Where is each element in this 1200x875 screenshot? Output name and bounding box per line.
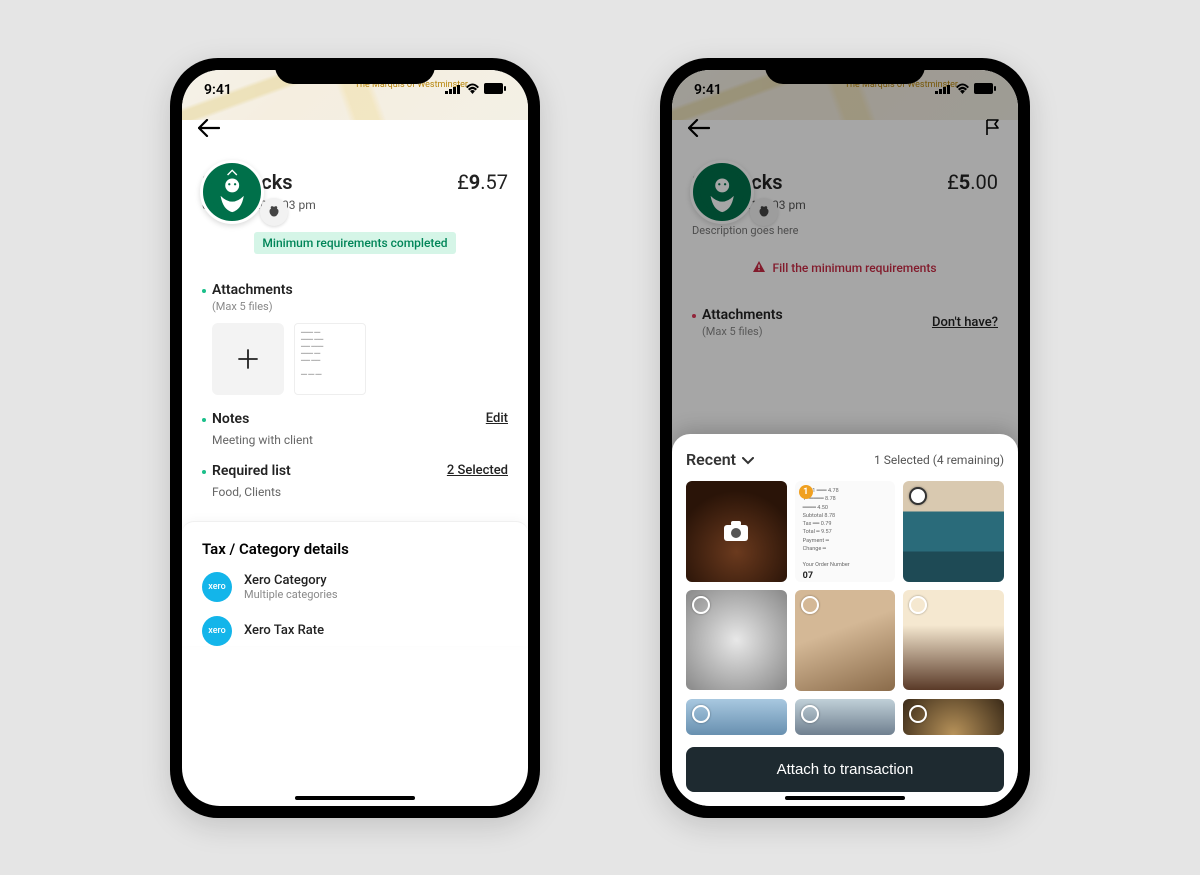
- photo-grid: 1 Qty 1 ━━━ 4.781 ━━━━━ 8.78━━━━ 4.50Sub…: [686, 481, 1004, 734]
- camera-icon: [686, 481, 787, 582]
- photo-picker-sheet: Recent 1 Selected (4 remaining) 1 Qty 1 …: [672, 434, 1018, 805]
- sheet-selection-count: 1 Selected (4 remaining): [874, 453, 1004, 467]
- wifi-icon: [465, 82, 480, 98]
- screen: 9:41 The Marquis of Westminster easyHote…: [182, 70, 528, 806]
- notch: [275, 58, 435, 84]
- selection-indicator-icon: [909, 487, 927, 505]
- back-arrow-icon[interactable]: [198, 118, 220, 143]
- photo-thumbnail[interactable]: [686, 590, 787, 691]
- phone-mock-2: 9:41 The Marquis of Westminster: [660, 58, 1030, 818]
- xero-tax-rate-label: Xero Tax Rate: [244, 623, 324, 638]
- plus-icon: [237, 348, 259, 370]
- selection-indicator-icon: [909, 705, 927, 723]
- required-list-body: Food, Clients: [202, 485, 508, 499]
- home-indicator[interactable]: [295, 796, 415, 800]
- notes-section: Notes Edit Meeting with client: [202, 411, 508, 447]
- home-indicator[interactable]: [785, 796, 905, 800]
- attachment-thumbnail[interactable]: ━━━━ ━━━━━━ ━━━━━━ ━━━━━━━━ ━━━━━ ━━━━━ …: [294, 323, 366, 395]
- add-attachment-button[interactable]: [212, 323, 284, 395]
- phone-mock-1: 9:41 The Marquis of Westminster easyHote…: [170, 58, 540, 818]
- photo-thumbnail[interactable]: [903, 590, 1004, 691]
- photo-thumbnail[interactable]: [903, 481, 1004, 582]
- photo-thumbnail[interactable]: [795, 590, 896, 691]
- attachments-title: Attachments: [202, 282, 293, 298]
- attachments-section: Attachments (Max 5 files) ━━━━ ━━━━━━ ━━…: [202, 282, 508, 395]
- signal-icon: [445, 82, 461, 98]
- required-list-selected-link[interactable]: 2 Selected: [447, 463, 508, 478]
- merchant-logo: [200, 160, 264, 224]
- required-list-title: Required list: [202, 463, 291, 479]
- xero-icon: xero: [202, 616, 232, 646]
- notch: [765, 58, 925, 84]
- xero-category-sub: Multiple categories: [244, 588, 338, 601]
- camera-tile[interactable]: [686, 481, 787, 582]
- requirements-complete-banner: Minimum requirements completed: [254, 232, 455, 254]
- transaction-amount: £9.57: [457, 170, 508, 194]
- battery-icon: [484, 82, 506, 98]
- notes-body: Meeting with client: [202, 433, 508, 447]
- tax-details-heading: Tax / Category details: [202, 540, 508, 558]
- edit-notes-link[interactable]: Edit: [486, 411, 508, 426]
- selection-indicator-icon: [692, 596, 710, 614]
- xero-tax-rate-row[interactable]: xero Xero Tax Rate: [202, 616, 508, 646]
- sheet-album-selector[interactable]: Recent: [686, 450, 754, 469]
- xero-category-row[interactable]: xero Xero Category Multiple categories: [202, 572, 508, 602]
- photo-thumbnail[interactable]: [903, 699, 1004, 735]
- tax-details-card: Tax / Category details xero Xero Categor…: [182, 521, 528, 646]
- photo-thumbnail[interactable]: [795, 699, 896, 735]
- merchant-logo-wrap: [200, 160, 264, 224]
- attach-to-transaction-button[interactable]: Attach to transaction: [686, 747, 1004, 792]
- xero-icon: xero: [202, 572, 232, 602]
- selection-indicator-icon: [801, 705, 819, 723]
- selection-indicator-icon: [909, 596, 927, 614]
- photo-thumbnail[interactable]: 1 Qty 1 ━━━ 4.781 ━━━━━ 8.78━━━━ 4.50Sub…: [795, 481, 896, 582]
- category-bubble-icon: [260, 198, 288, 226]
- selection-indicator-icon: [692, 705, 710, 723]
- status-icons: [445, 82, 506, 98]
- selection-indicator-icon: [801, 596, 819, 614]
- xero-category-label: Xero Category: [244, 573, 338, 588]
- required-list-section: Required list 2 Selected Food, Clients: [202, 463, 508, 499]
- chevron-down-icon: [742, 450, 754, 469]
- photo-thumbnail[interactable]: [686, 699, 787, 735]
- notes-title: Notes: [202, 411, 249, 427]
- screen: 9:41 The Marquis of Westminster: [672, 70, 1018, 806]
- status-time: 9:41: [204, 82, 232, 98]
- attachments-hint: (Max 5 files): [202, 300, 293, 313]
